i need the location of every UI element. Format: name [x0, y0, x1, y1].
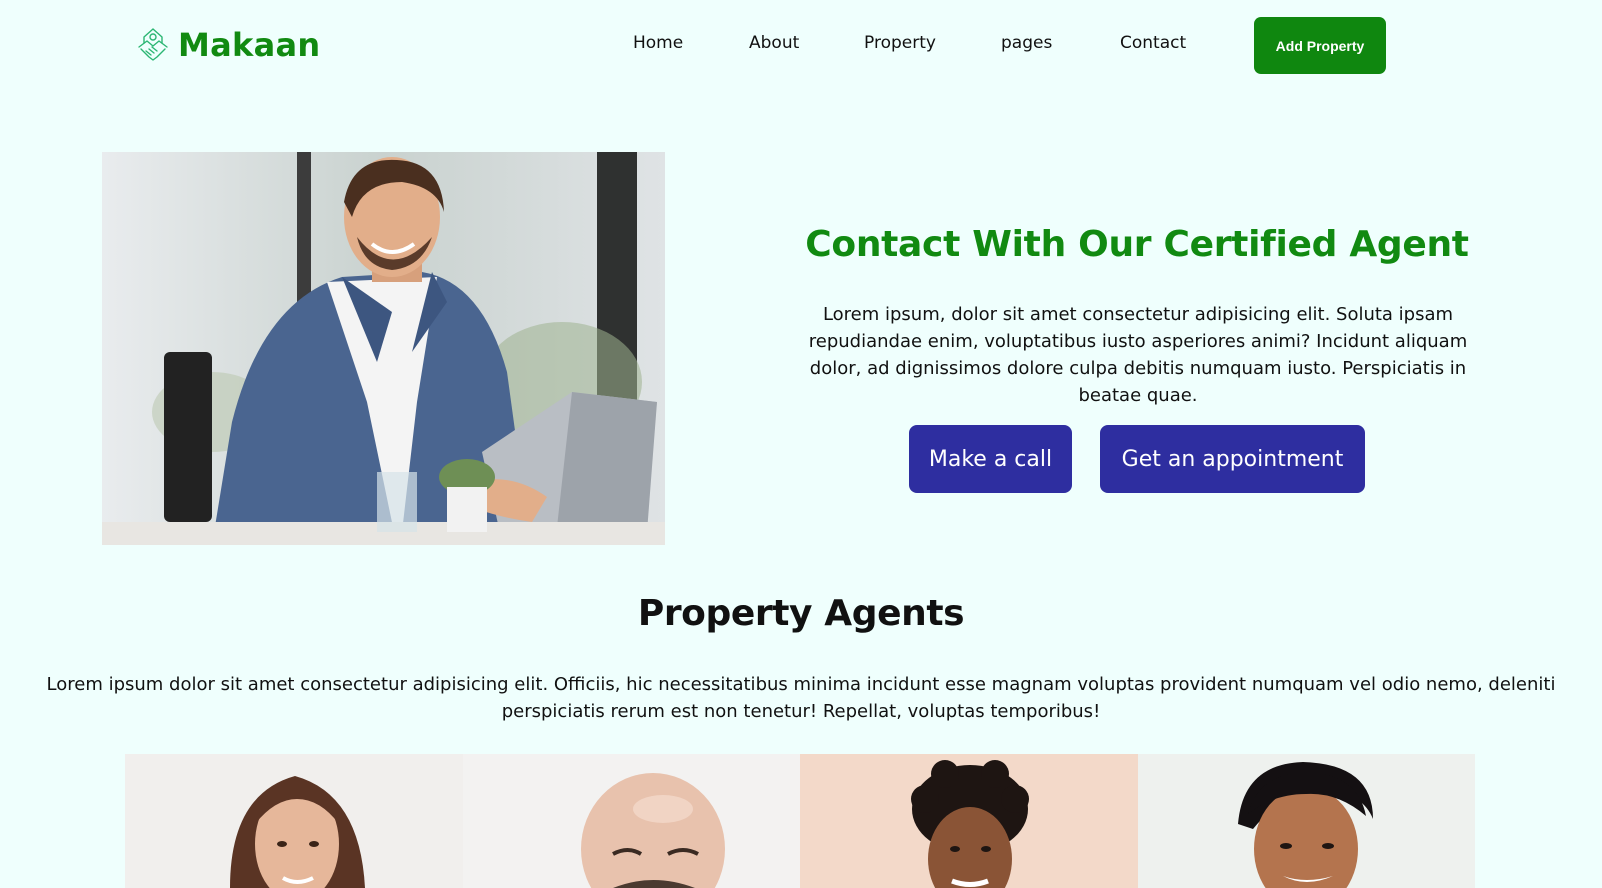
brand-logo[interactable]: Makaan	[136, 26, 321, 64]
agent-at-desk-image	[102, 152, 665, 545]
agent-photo-row	[125, 754, 1475, 888]
agent-bald-man-image	[462, 754, 800, 888]
main-nav: Home About Property pages Contact	[633, 33, 1260, 53]
nav-item-home[interactable]: Home	[633, 33, 749, 53]
hero-title: Contact With Our Certified Agent	[805, 224, 1469, 265]
nav-item-about[interactable]: About	[749, 33, 864, 53]
agents-section-description: Lorem ipsum dolor sit amet consectetur a…	[46, 674, 1556, 722]
hero-description: Lorem ipsum, dolor sit amet consectetur …	[808, 304, 1468, 406]
add-property-button[interactable]: Add Property	[1254, 17, 1386, 74]
make-call-button[interactable]: Make a call	[909, 425, 1072, 493]
hero-actions: Make a call Get an appointment	[909, 425, 1365, 493]
brand-name: Makaan	[178, 26, 321, 64]
nav-item-contact[interactable]: Contact	[1120, 33, 1260, 53]
nav-item-pages[interactable]: pages	[1001, 33, 1120, 53]
site-header: Makaan Home About Property pages Contact…	[0, 0, 1602, 95]
agent-photo-4[interactable]	[1137, 754, 1475, 888]
agent-woman-curly-hair-image	[800, 754, 1138, 888]
agent-photo-2[interactable]	[462, 754, 800, 888]
agent-woman-image	[125, 754, 463, 888]
handshake-house-icon	[138, 28, 168, 61]
agent-hero-photo	[102, 152, 665, 545]
agent-young-man-image	[1137, 754, 1475, 888]
agents-section-title: Property Agents	[637, 593, 965, 634]
agent-photo-3[interactable]	[800, 754, 1138, 888]
agent-photo-1[interactable]	[125, 754, 463, 888]
get-appointment-button[interactable]: Get an appointment	[1100, 425, 1365, 493]
nav-item-property[interactable]: Property	[864, 33, 1001, 53]
